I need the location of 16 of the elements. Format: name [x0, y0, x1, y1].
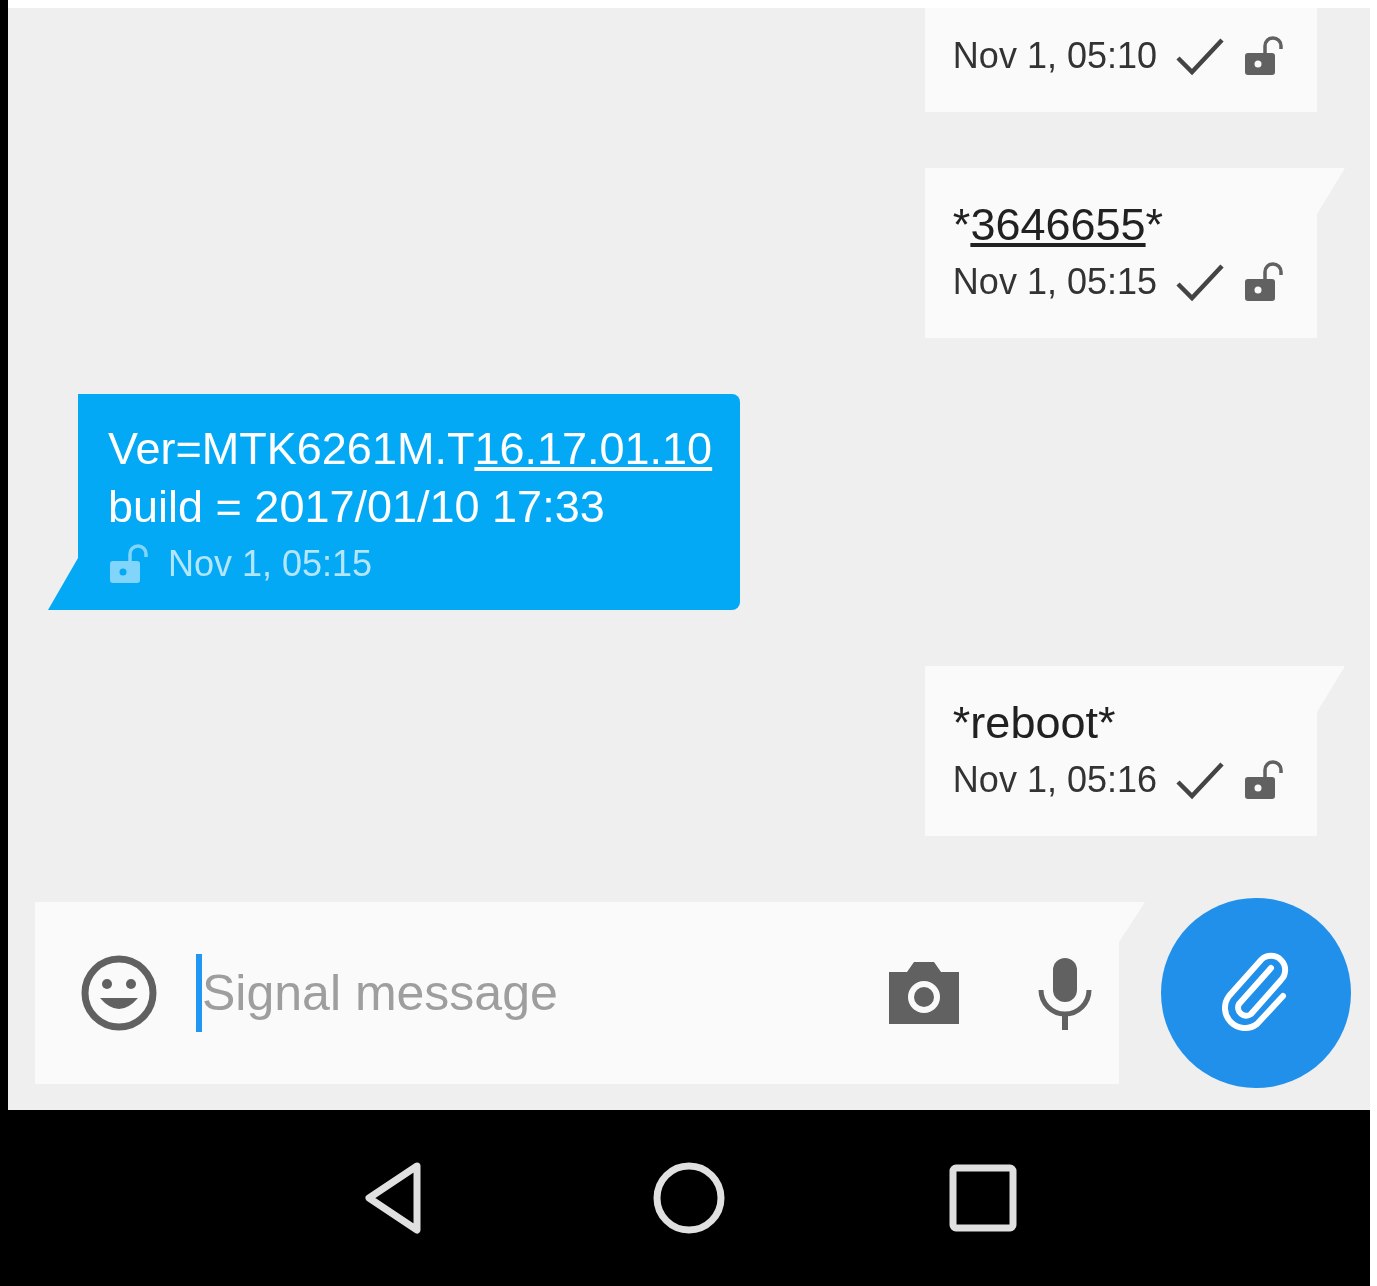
smiley-icon[interactable]: [80, 954, 158, 1032]
message-text: *reboot*: [952, 696, 1117, 750]
message-time: Nov 1, 05:15: [952, 261, 1157, 303]
unlocked-padlock-icon: [1243, 35, 1285, 77]
message-text: *3646655*: [952, 198, 1165, 252]
check-icon: [1175, 262, 1225, 302]
check-icon: [1175, 760, 1225, 800]
unlocked-padlock-icon: [1243, 759, 1285, 801]
unlocked-padlock-icon: [1243, 261, 1285, 303]
check-icon: [1175, 36, 1225, 76]
message-input-field[interactable]: Signal message: [202, 958, 885, 1028]
message-time: Nov 1, 05:10: [952, 35, 1157, 77]
message-time: Nov 1, 05:16: [952, 759, 1157, 801]
message-text: Ver=MTK6261M.T16.17.01.10 build = 2017/01/10 17:33: [108, 422, 713, 534]
message-time: Nov 1, 05:15: [168, 543, 373, 585]
unlocked-padlock-icon: [108, 543, 150, 585]
